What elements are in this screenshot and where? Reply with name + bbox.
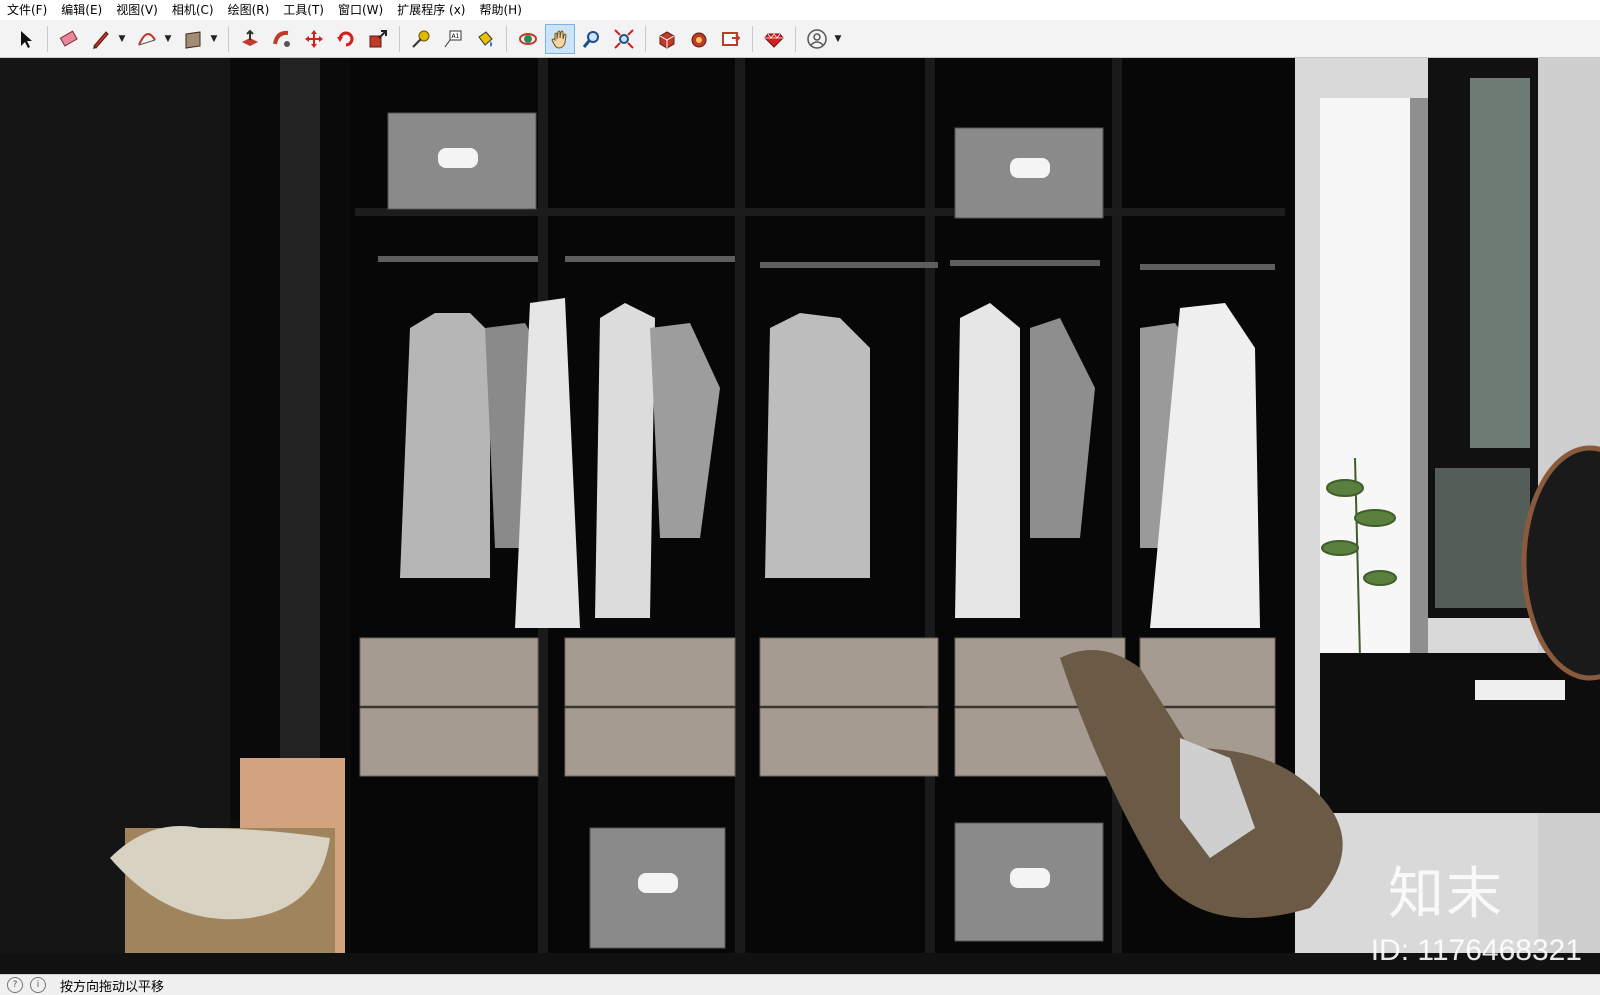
push-pull-icon[interactable] <box>235 24 265 54</box>
toolbar-separator <box>795 25 796 52</box>
3d-warehouse-icon[interactable] <box>652 24 682 54</box>
arc-dropdown[interactable]: ▼ <box>163 34 173 44</box>
toolbar-separator <box>752 25 753 52</box>
tape-measure-icon[interactable] <box>406 24 436 54</box>
extension-warehouse-icon[interactable] <box>684 24 714 54</box>
pencil-dropdown[interactable]: ▼ <box>117 34 127 44</box>
status-bar: ? i 按方向拖动以平移 <box>0 974 1600 995</box>
menu-help[interactable]: 帮助(H) <box>472 0 528 20</box>
send-to-layout-icon[interactable] <box>716 24 746 54</box>
follow-me-icon[interactable] <box>267 24 297 54</box>
eraser-icon[interactable] <box>54 24 84 54</box>
pan-hand-icon[interactable] <box>545 23 575 54</box>
account-icon[interactable] <box>802 24 832 54</box>
text-icon[interactable]: A1 <box>438 24 468 54</box>
info-icon[interactable]: i <box>30 977 46 993</box>
toolbar-separator <box>228 25 229 52</box>
geo-location-icon[interactable]: ? <box>7 977 23 993</box>
toolbar-separator <box>399 25 400 52</box>
menu-view[interactable]: 视图(V) <box>109 0 165 20</box>
toolbar-separator <box>47 25 48 52</box>
watermark-logo: 知末 <box>1388 862 1504 927</box>
arc-icon[interactable] <box>132 24 162 54</box>
ruby-console-icon[interactable] <box>759 24 789 54</box>
move-icon[interactable] <box>299 24 329 54</box>
scale-icon[interactable] <box>363 24 393 54</box>
account-dropdown[interactable]: ▼ <box>833 34 843 44</box>
menu-file[interactable]: 文件(F) <box>0 0 54 20</box>
toolbar-separator <box>506 25 507 52</box>
menu-bar: 文件(F) 编辑(E) 视图(V) 相机(C) 绘图(R) 工具(T) 窗口(W… <box>0 0 1600 20</box>
menu-extensions[interactable]: 扩展程序 (x) <box>390 0 472 20</box>
rectangle-dropdown[interactable]: ▼ <box>209 34 219 44</box>
svg-text:A1: A1 <box>452 33 460 40</box>
toolbar-separator <box>645 25 646 52</box>
rectangle-icon[interactable] <box>178 24 208 54</box>
menu-draw[interactable]: 绘图(R) <box>221 0 277 20</box>
select-arrow-icon[interactable] <box>11 24 41 54</box>
orbit-icon[interactable] <box>513 24 543 54</box>
menu-window[interactable]: 窗口(W) <box>331 0 390 20</box>
zoom-icon[interactable] <box>577 24 607 54</box>
paint-bucket-icon[interactable] <box>470 24 500 54</box>
watermark-id: ID: 1176468321 <box>1370 934 1582 967</box>
scene-render <box>0 58 1600 974</box>
menu-edit[interactable]: 编辑(E) <box>54 0 109 20</box>
main-toolbar: ▼ ▼ ▼ A1 ▼ <box>0 20 1600 58</box>
menu-camera[interactable]: 相机(C) <box>165 0 221 20</box>
status-message: 按方向拖动以平移 <box>60 979 165 995</box>
3d-viewport[interactable]: 知末 ID: 1176468321 <box>0 58 1600 974</box>
menu-tools[interactable]: 工具(T) <box>276 0 331 20</box>
rotate-icon[interactable] <box>331 24 361 54</box>
pencil-icon[interactable] <box>86 24 116 54</box>
zoom-extents-icon[interactable] <box>609 24 639 54</box>
